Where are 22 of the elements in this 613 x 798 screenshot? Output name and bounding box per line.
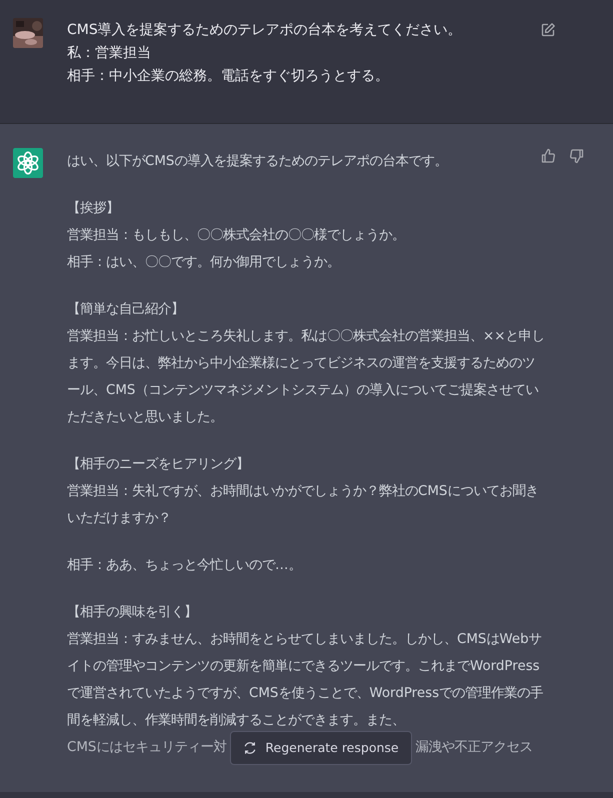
message-text: 【相手の興味を引く】 (67, 604, 197, 622)
message-text: 【相手のニーズをヒアリング】 (67, 456, 249, 474)
message-text: 営業担当：すみません、お時間をとらせてしまいました。しかし、CMSはWebサイトの管理やコンテンツの更新を簡単にできるツールです。これまでWordPressで運営されていたようですが、CMSを使うことで、WordPressでの管理作業の手間を軽減し、作業時間を削減することができます。また、 (67, 631, 544, 730)
edit-icon[interactable] (540, 22, 556, 38)
thumbs-down-icon[interactable] (569, 148, 585, 164)
regenerate-button[interactable]: Regenerate response (230, 730, 412, 764)
message-text: 営業担当：失礼ですが、お時間はいかがでしょうか？弊社のCMSについてお聞きいただけますか？ (67, 482, 540, 528)
message-text: CMS導入を提案するためのテレアポの台本を考えてください。 (67, 21, 462, 40)
refresh-icon (243, 740, 258, 754)
message-text: 相手：中小企業の総務。電話をすぐ切ろうとする。 (67, 67, 389, 86)
logo-icon (13, 148, 43, 178)
message-text: 相手：はい、〇〇です。何か御用でしょうか。 (67, 254, 340, 272)
message-text: はい、以下がCMSの導入を提案するためのテレアポの台本です。 (67, 152, 448, 171)
message-text: 営業担当：お忙しいところ失礼します。私は〇〇株式会社の営業担当、××と申します。今日は、弊社から中小企業様にとってビジネスの運営を支援するためのツール、CMS（コンテンツマネジメントシステム）の導入についてご提案させていただきたいと思いました。 (67, 328, 545, 427)
message-text: 相手：ああ、ちょっと今忙しいので…。 (67, 556, 302, 575)
message-text: 【簡単な自己紹介】 (67, 300, 184, 319)
message-text: 営業担当：もしもし、〇〇株式会社の〇〇様でしょうか。 (67, 226, 405, 245)
message-text: CMSにはセキュリティー対 (67, 738, 226, 757)
thumbs-up-icon[interactable] (540, 148, 556, 164)
message-text: 【挨拶】 (67, 200, 119, 218)
message-text: 漏洩や不正アクセス (416, 739, 533, 757)
message-text: 私：営業担当 (67, 44, 151, 63)
